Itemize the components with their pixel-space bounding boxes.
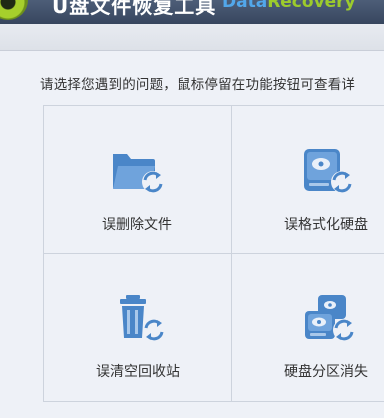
folder-recover-icon: [110, 146, 166, 200]
option-lost-partition-label: 硬盘分区消失: [284, 364, 368, 380]
option-emptied-recycle-bin-label: 误清空回收站: [96, 364, 180, 380]
disk-recover-icon: [301, 146, 357, 200]
option-deleted-files-label: 误删除文件: [102, 217, 172, 233]
option-deleted-files[interactable]: 误删除文件: [44, 106, 232, 254]
instruction-text: 请选择您遇到的问题，鼠标停留在功能按钮可查看详: [40, 77, 356, 93]
option-lost-partition[interactable]: 硬盘分区消失: [232, 254, 384, 401]
app-logo: [0, 0, 28, 20]
option-grid: 误删除文件 误格式化硬盘 误清空回收站 硬盘分区消失: [43, 105, 384, 402]
recycle-bin-recover-icon: [118, 294, 168, 348]
app-subtitle-data: Data: [222, 0, 268, 12]
app-title: U盘文件恢复工具: [52, 0, 217, 18]
app-subtitle: DataRecovery: [222, 0, 356, 12]
option-emptied-recycle-bin[interactable]: 误清空回收站: [44, 254, 232, 401]
partition-recover-icon: [302, 294, 358, 348]
option-formatted-disk[interactable]: 误格式化硬盘: [232, 106, 384, 254]
toolbar-strip: [0, 24, 384, 51]
option-formatted-disk-label: 误格式化硬盘: [284, 217, 368, 233]
app-subtitle-recovery: Recovery: [267, 0, 356, 12]
app-header: U盘文件恢复工具 DataRecovery: [0, 0, 384, 24]
